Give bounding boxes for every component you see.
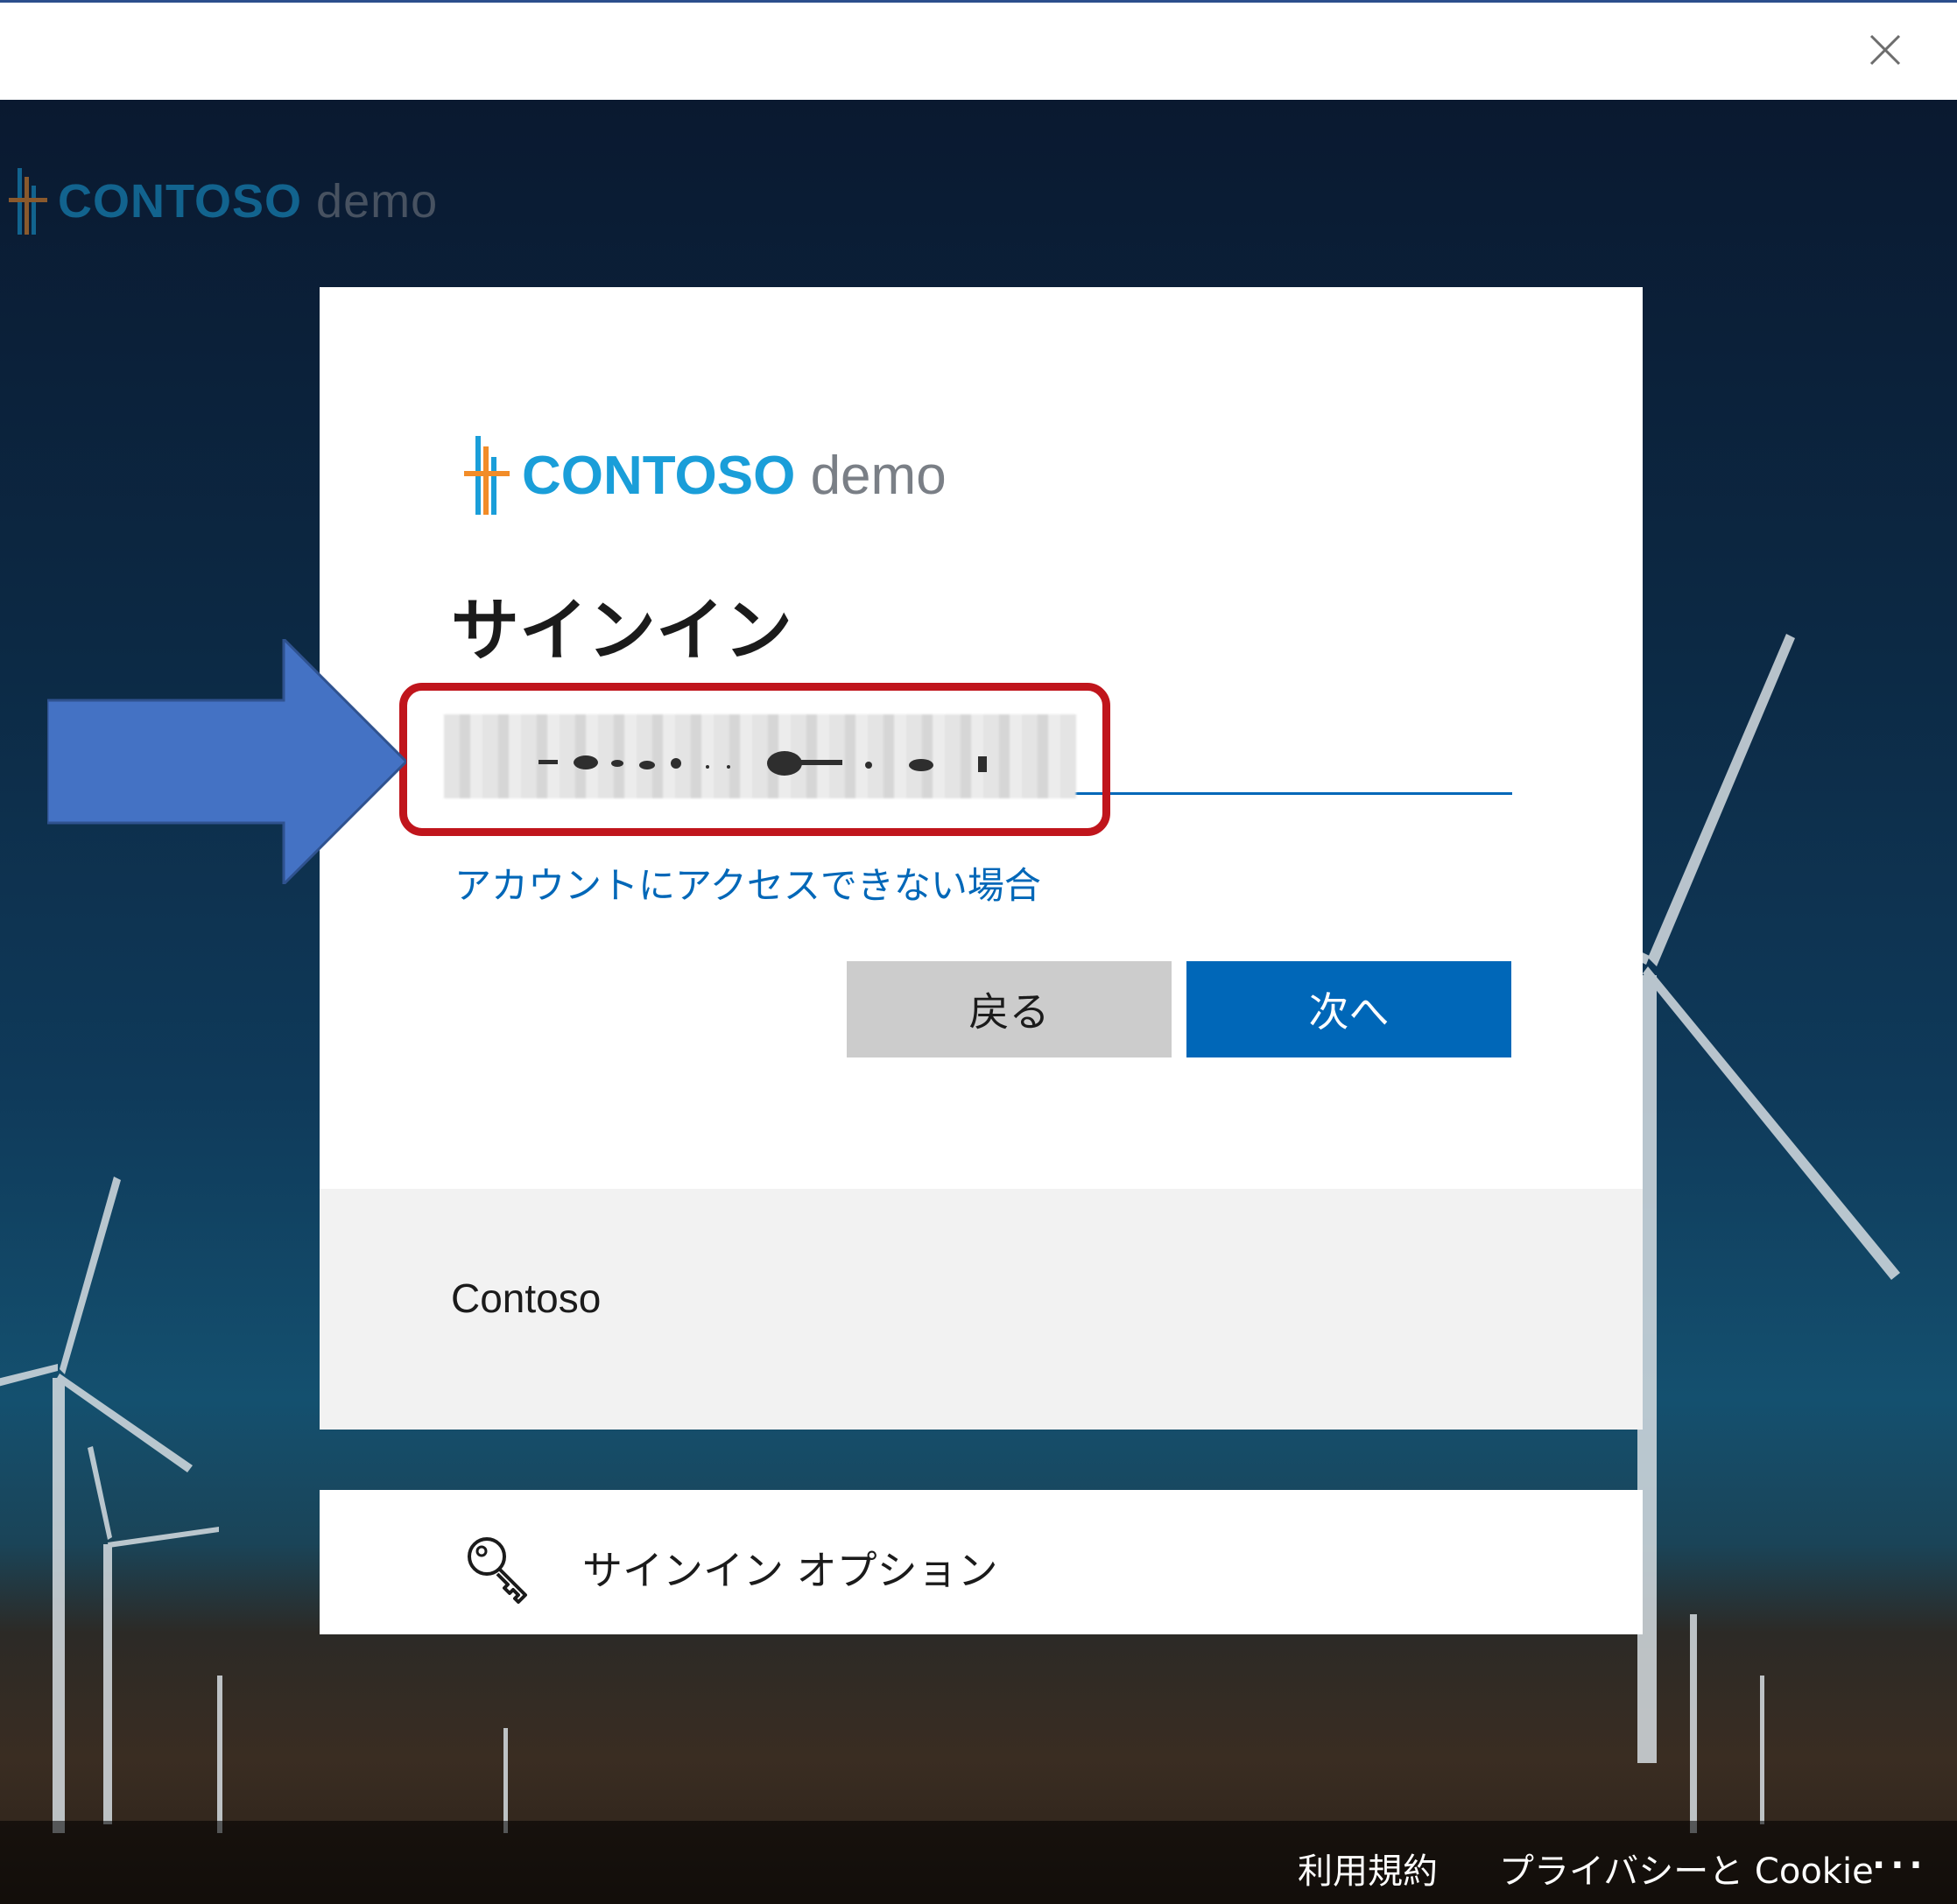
title-bar	[0, 3, 1957, 100]
annotation-arrow-icon	[47, 639, 406, 884]
privacy-cookie-link[interactable]: プライバシーと Cookie	[1499, 1843, 1874, 1893]
tenant-branding: Contoso	[320, 1189, 1643, 1430]
terms-link[interactable]: 利用規約	[1298, 1843, 1438, 1893]
more-options-button[interactable]: ...	[1872, 1837, 1928, 1877]
key-icon	[468, 1537, 527, 1604]
tenant-name: Contoso	[451, 1275, 602, 1321]
signin-options-button[interactable]: サインイン オプション	[320, 1490, 1643, 1634]
signin-options-label: サインイン オプション	[582, 1547, 998, 1594]
page-title: サインイン	[451, 592, 793, 671]
brand-suffix: demo	[810, 445, 947, 506]
contoso-logo-icon	[9, 168, 47, 235]
background-logo: CONTOSO demo	[9, 166, 438, 236]
close-icon[interactable]	[1868, 32, 1903, 67]
contoso-logo: CONTOSO demo	[464, 436, 947, 515]
annotation-highlight-box	[399, 683, 1110, 836]
back-button[interactable]: 戻る	[847, 961, 1172, 1057]
next-button[interactable]: 次へ	[1186, 961, 1511, 1057]
contoso-logo-icon	[464, 436, 510, 515]
brand-name: CONTOSO	[522, 445, 796, 506]
cant-access-account-link[interactable]: アカウントにアクセスできない場合	[454, 856, 1041, 910]
